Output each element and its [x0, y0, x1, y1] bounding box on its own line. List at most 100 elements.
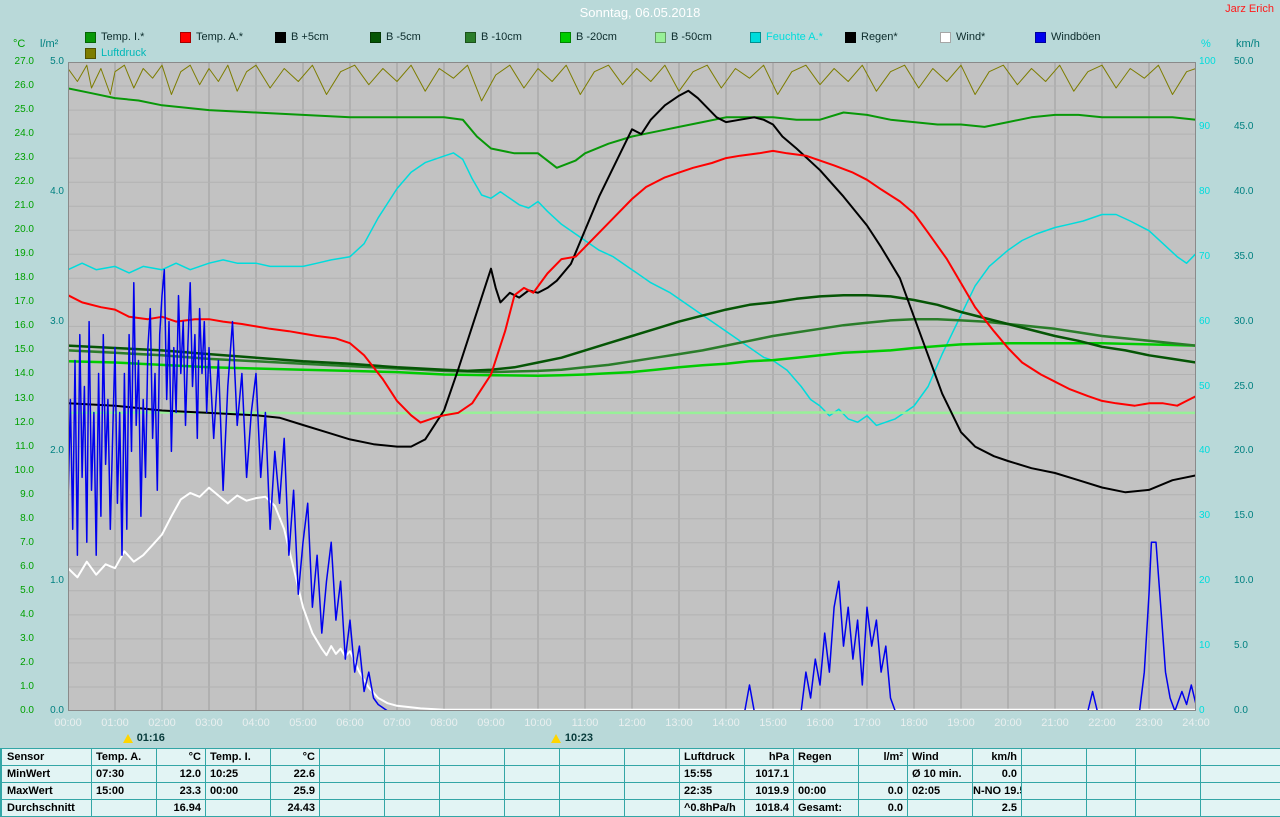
legend-item-b-50cm[interactable]: B -50cm — [655, 31, 750, 43]
table-cell-value — [625, 783, 679, 799]
table-group-unit: km/h — [973, 749, 1021, 765]
x-axis-label: 08:00 — [420, 717, 468, 729]
axis-tick-humidity_pct: 70 — [1199, 251, 1225, 263]
table-group-header — [440, 749, 559, 765]
axis-tick-rain_lm2: 2.0 — [36, 445, 64, 457]
legend-item-b-20cm[interactable]: B -20cm — [560, 31, 655, 43]
axis-title-humidity: % — [1201, 38, 1211, 50]
table-cell-label — [440, 783, 504, 799]
table-cell-value: 12.0 — [157, 766, 205, 782]
regen-color-swatch-icon — [845, 32, 856, 43]
table-cell-label — [320, 783, 384, 799]
x-axis-label: 24:00 — [1172, 717, 1220, 729]
table-row: Ø 10 min.0.0 — [908, 766, 1021, 782]
axis-tick-temp_c: 7.0 — [0, 537, 34, 549]
legend-label: Feuchte A.* — [766, 31, 823, 43]
table-cell-label — [440, 800, 504, 816]
table-row-header: MaxWert — [2, 783, 91, 799]
table-cell-value — [1087, 800, 1135, 816]
table-cell-value — [859, 766, 907, 782]
axis-marker: 10:23 — [551, 732, 593, 744]
x-axis-label: 12:00 — [608, 717, 656, 729]
table-cell-label — [1022, 800, 1086, 816]
x-axis-label: 11:00 — [561, 717, 609, 729]
table-group-temp-i: Temp. I.°C10:2522.600:0025.924.43 — [206, 749, 319, 817]
x-axis-label: 05:00 — [279, 717, 327, 729]
table-group-header: Windkm/h — [908, 749, 1021, 765]
table-row: 22:351019.9 — [680, 783, 793, 799]
x-axis-label: 18:00 — [890, 717, 938, 729]
table-group-empty — [1022, 749, 1135, 817]
legend-item-b-5cm[interactable]: B +5cm — [275, 31, 370, 43]
table-row: 15:551017.1 — [680, 766, 793, 782]
table-cell-value: 1019.9 — [745, 783, 793, 799]
table-cell-label — [92, 800, 156, 816]
legend-item-b-10cm[interactable]: B -10cm — [465, 31, 560, 43]
legend-item-luftdruck[interactable]: Luftdruck — [85, 47, 146, 59]
axis-title-rain: l/m² — [40, 38, 58, 50]
legend-label: Regen* — [861, 31, 898, 43]
table-group-header: Regenl/m² — [794, 749, 907, 765]
legend-item-windb-en[interactable]: Windböen — [1035, 31, 1130, 43]
axis-tick-wind_kmh: 45.0 — [1234, 121, 1276, 133]
axis-tick-temp_c: 19.0 — [0, 248, 34, 260]
legend-label: Temp. I.* — [101, 31, 144, 43]
table-row — [1136, 766, 1280, 782]
table-group-header: Temp. A.°C — [92, 749, 205, 765]
axis-tick-temp_c: 13.0 — [0, 393, 34, 405]
table-cell-label: 10:25 — [206, 766, 270, 782]
legend-label: Temp. A.* — [196, 31, 243, 43]
table-group-unit — [385, 749, 439, 765]
page-title: Sonntag, 06.05.2018 — [0, 5, 1280, 20]
table-row: 15:0023.3 — [92, 783, 205, 799]
axis-tick-temp_c: 25.0 — [0, 104, 34, 116]
table-cell-label — [1136, 766, 1200, 782]
b-50cm-color-swatch-icon — [655, 32, 666, 43]
b-5cm-color-swatch-icon — [275, 32, 286, 43]
x-axis-label: 03:00 — [185, 717, 233, 729]
axis-tick-rain_lm2: 4.0 — [36, 186, 64, 198]
table-group-unit: hPa — [745, 749, 793, 765]
table-cell-label: 07:30 — [92, 766, 156, 782]
legend-item-b-5cm[interactable]: B -5cm — [370, 31, 465, 43]
table-cell-label: Ø 10 min. — [908, 766, 972, 782]
legend-label: B -20cm — [576, 31, 617, 43]
table-cell-value — [385, 783, 439, 799]
legend-item-temp-i[interactable]: Temp. I.* — [85, 31, 180, 43]
table-cell-label — [908, 800, 972, 816]
legend-label: Wind* — [956, 31, 985, 43]
x-axis-label: 17:00 — [843, 717, 891, 729]
table-cell-label: 22:35 — [680, 783, 744, 799]
axis-tick-humidity_pct: 30 — [1199, 510, 1225, 522]
axis-tick-humidity_pct: 10 — [1199, 640, 1225, 652]
axis-tick-temp_c: 17.0 — [0, 296, 34, 308]
table-group-empty — [1136, 749, 1280, 817]
axis-tick-wind_kmh: 25.0 — [1234, 381, 1276, 393]
legend-item-wind[interactable]: Wind* — [940, 31, 1035, 43]
x-axis-label: 06:00 — [326, 717, 374, 729]
table-row: 16.94 — [92, 800, 205, 816]
table-group-empty — [440, 749, 559, 817]
table-cell-label: 02:05 — [908, 783, 972, 799]
table-cell-value: 1018.4 — [745, 800, 793, 816]
luftdruck-color-swatch-icon — [85, 48, 96, 59]
weather-app-window: Sonntag, 06.05.2018 Jarz Erich Temp. I.*… — [0, 0, 1280, 817]
legend-item-temp-a[interactable]: Temp. A.* — [180, 31, 275, 43]
table-cell-value — [1087, 766, 1135, 782]
axis-tick-temp_c: 14.0 — [0, 368, 34, 380]
axis-tick-temp_c: 12.0 — [0, 417, 34, 429]
table-row: 07:3012.0 — [92, 766, 205, 782]
x-axis-label: 04:00 — [232, 717, 280, 729]
legend-item-regen[interactable]: Regen* — [845, 31, 940, 43]
table-row — [440, 800, 559, 816]
x-axis-label: 07:00 — [373, 717, 421, 729]
table-row-headers: SensorMinWertMaxWertDurchschnitt — [2, 749, 91, 817]
table-cell-value — [1201, 766, 1280, 782]
table-cell-value: 1017.1 — [745, 766, 793, 782]
axis-tick-temp_c: 16.0 — [0, 320, 34, 332]
axis-tick-temp_c: 3.0 — [0, 633, 34, 645]
y-axis-temp-ticks: 27.026.025.024.023.022.021.020.019.018.0… — [0, 62, 34, 711]
table-group-name — [1022, 749, 1086, 765]
table-row — [560, 800, 679, 816]
legend-item-feuchte-a[interactable]: Feuchte A.* — [750, 31, 845, 43]
